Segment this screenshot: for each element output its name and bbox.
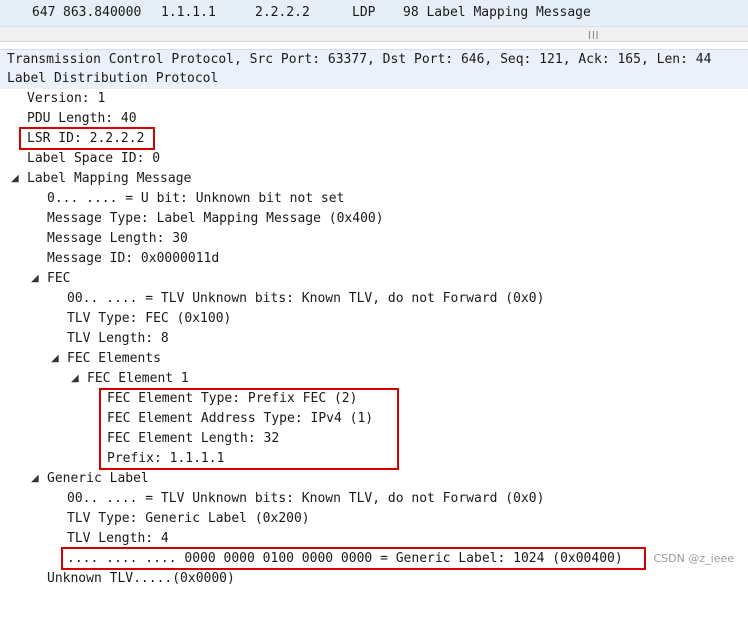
tree-row-label: TLV Length: 4: [67, 531, 169, 546]
tree-row-label: TLV Length: 8: [67, 331, 169, 346]
tree-row-label: PDU Length: 40: [27, 111, 137, 126]
tree-row-label: TLV Type: Generic Label (0x200): [67, 511, 310, 526]
tree-row-label-space-id[interactable]: Label Space ID: 0: [0, 149, 748, 169]
tree-row-fec[interactable]: ◢ FEC: [0, 269, 748, 289]
tree-row-fec-tlv-length[interactable]: TLV Length: 8: [0, 329, 748, 349]
tree-row-label: 00.. .... = TLV Unknown bits: Known TLV,…: [67, 491, 545, 506]
expanded-arrow-icon[interactable]: ◢: [51, 349, 59, 369]
highlight-box-lsr-id: [19, 127, 155, 150]
tree-row-message-id[interactable]: Message ID: 0x0000011d: [0, 249, 748, 269]
tree-row-label: FEC: [47, 271, 71, 286]
tree-row-label: Transmission Control Protocol, Src Port:…: [7, 52, 712, 67]
tree-row-generic-tlv-type[interactable]: TLV Type: Generic Label (0x200): [0, 509, 748, 529]
expanded-arrow-icon[interactable]: ◢: [31, 469, 39, 489]
packet-list-row[interactable]: 647 863.840000 1.1.1.1 2.2.2.2 LDP 98 La…: [0, 0, 748, 26]
tree-row-message-type[interactable]: Message Type: Label Mapping Message (0x4…: [0, 209, 748, 229]
tree-row-generic-tlv-length[interactable]: TLV Length: 4: [0, 529, 748, 549]
tree-row-label: Message Type: Label Mapping Message (0x4…: [47, 211, 384, 226]
expanded-arrow-icon[interactable]: ◢: [71, 369, 79, 389]
tree-row-pdu-length[interactable]: PDU Length: 40: [0, 109, 748, 129]
scroll-grip-icon[interactable]: |||: [587, 30, 599, 39]
highlight-box-fec-element: [99, 388, 399, 470]
tree-row-label: Version: 1: [27, 91, 106, 106]
tree-row-generic-label[interactable]: ◢ Generic Label: [0, 469, 748, 489]
tree-row-tcp[interactable]: Transmission Control Protocol, Src Port:…: [0, 49, 748, 71]
expanded-arrow-icon[interactable]: ◢: [11, 169, 19, 189]
tree-row-u-bit[interactable]: 0... .... = U bit: Unknown bit not set: [0, 189, 748, 209]
tree-row-label: Message ID: 0x0000011d: [47, 251, 220, 266]
tree-row-version[interactable]: Version: 1: [0, 89, 748, 109]
tree-row-label: TLV Type: FEC (0x100): [67, 311, 232, 326]
tree-row-label: Unknown TLV.....(0x0000): [47, 571, 235, 586]
tree-row-label-mapping-message[interactable]: ◢ Label Mapping Message: [0, 169, 748, 189]
tree-row-generic-tlv-bits[interactable]: 00.. .... = TLV Unknown bits: Known TLV,…: [0, 489, 748, 509]
horizontal-scrollbar[interactable]: |||: [0, 26, 748, 42]
tree-row-label: 00.. .... = TLV Unknown bits: Known TLV,…: [67, 291, 545, 306]
packet-protocol: LDP: [352, 5, 376, 20]
packet-destination: 2.2.2.2: [255, 5, 310, 20]
tree-row-label: FEC Elements: [67, 351, 161, 366]
tree-row-fec-tlv-type[interactable]: TLV Type: FEC (0x100): [0, 309, 748, 329]
tree-row-label: FEC Element 1: [87, 371, 189, 386]
tree-row-label: Label Space ID: 0: [27, 151, 161, 166]
tree-row-unknown-tlv[interactable]: Unknown TLV.....(0x0000): [0, 569, 748, 589]
packet-source: 1.1.1.1: [161, 5, 216, 20]
tree-row-fec-tlv-bits[interactable]: 00.. .... = TLV Unknown bits: Known TLV,…: [0, 289, 748, 309]
tree-row-label: Message Length: 30: [47, 231, 188, 246]
watermark: CSDN @z_ieee: [653, 552, 735, 565]
tree-row-label: Label Distribution Protocol: [7, 71, 219, 86]
tree-row-fec-elements[interactable]: ◢ FEC Elements: [0, 349, 748, 369]
tree-row-label: Label Mapping Message: [27, 171, 192, 186]
tree-row-ldp[interactable]: Label Distribution Protocol: [0, 69, 748, 89]
expanded-arrow-icon[interactable]: ◢: [31, 269, 39, 289]
tree-row-message-length[interactable]: Message Length: 30: [0, 229, 748, 249]
packet-number: 647: [32, 5, 56, 20]
highlight-box-generic-label: [61, 547, 646, 570]
tree-row-label: Generic Label: [47, 471, 149, 486]
packet-time: 863.840000: [63, 5, 142, 20]
tree-row-fec-element-1[interactable]: ◢ FEC Element 1: [0, 369, 748, 389]
tree-row-label: 0... .... = U bit: Unknown bit not set: [47, 191, 345, 206]
packet-info: 98 Label Mapping Message: [403, 5, 591, 20]
